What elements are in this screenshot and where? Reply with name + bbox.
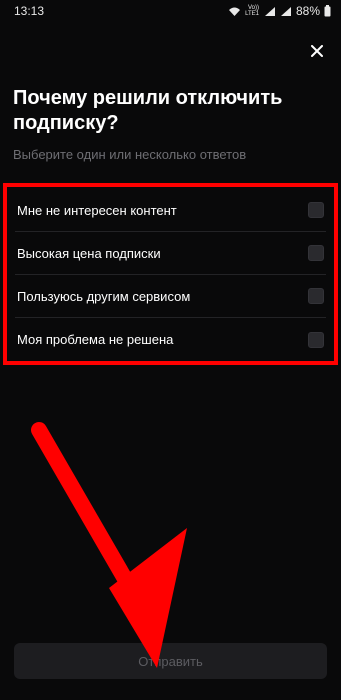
close-icon xyxy=(311,45,323,57)
signal-icon xyxy=(264,6,275,16)
submit-button[interactable]: Отправить xyxy=(14,643,327,679)
status-bar: 13:13 Vo)) LTE1 88% xyxy=(0,0,341,22)
status-indicators: Vo)) LTE1 88% xyxy=(228,4,331,18)
signal-icon-2 xyxy=(280,6,291,16)
option-item[interactable]: Мне не интересен контент xyxy=(15,189,326,232)
option-item[interactable]: Пользуюсь другим сервисом xyxy=(15,275,326,318)
option-checkbox[interactable] xyxy=(308,245,324,261)
options-list: Мне не интересен контент Высокая цена по… xyxy=(3,183,338,365)
page-subtitle: Выберите один или несколько ответов xyxy=(13,147,247,162)
option-label: Пользуюсь другим сервисом xyxy=(17,288,191,304)
network-label: Vo)) LTE1 xyxy=(245,5,259,17)
status-time: 13:13 xyxy=(14,4,45,18)
wifi-icon xyxy=(229,7,241,16)
page-title: Почему решили отключить подписку? xyxy=(13,87,283,134)
option-label: Высокая цена подписки xyxy=(17,245,161,261)
option-item[interactable]: Высокая цена подписки xyxy=(15,232,326,275)
option-label: Моя проблема не решена xyxy=(17,332,174,347)
option-checkbox[interactable] xyxy=(308,202,324,218)
option-label: Мне не интересен контент xyxy=(17,202,177,218)
option-item[interactable]: Моя проблема не решена xyxy=(15,318,326,361)
red-arrow-annotation xyxy=(31,422,187,668)
battery-icon xyxy=(324,5,331,17)
option-checkbox[interactable] xyxy=(308,288,324,304)
battery-percent: 88% xyxy=(295,4,320,18)
close-button[interactable] xyxy=(306,40,328,62)
option-checkbox[interactable] xyxy=(308,331,324,348)
